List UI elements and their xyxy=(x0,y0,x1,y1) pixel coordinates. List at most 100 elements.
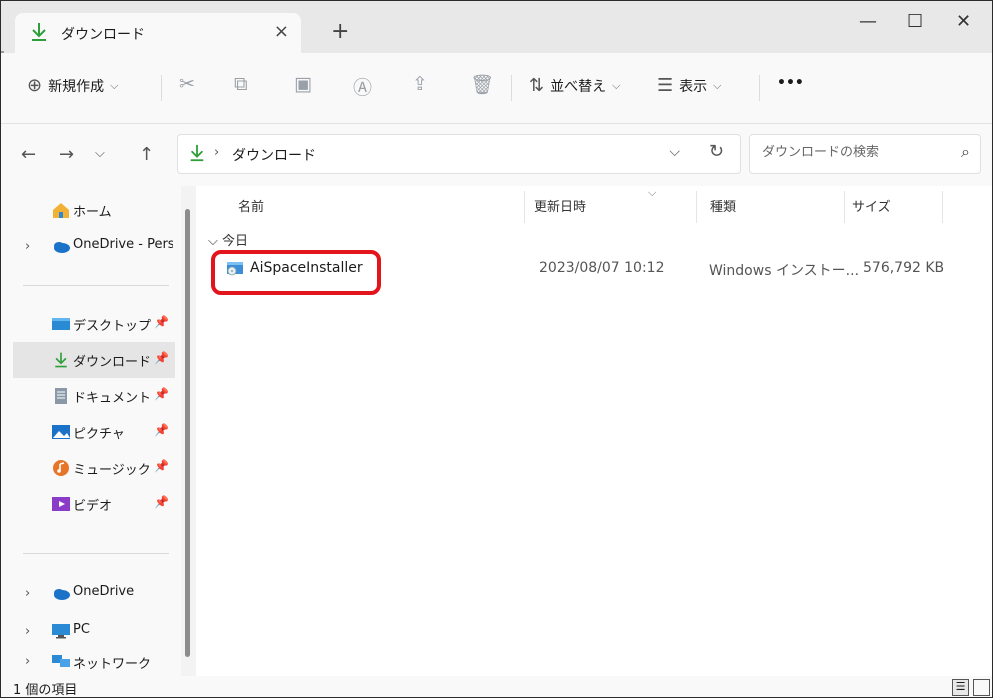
more-icon: ••• xyxy=(777,75,804,91)
column-divider[interactable] xyxy=(696,191,697,223)
pin-icon[interactable]: 📌 xyxy=(154,387,169,401)
plus-circle-icon: ⊕ xyxy=(27,75,43,96)
sidebar-item-label: ドキュメント xyxy=(73,391,152,406)
refresh-icon[interactable]: ↻ xyxy=(709,141,724,162)
sidebar-item-pictures[interactable]: ピクチャ 📌 xyxy=(13,414,175,450)
sidebar-item-onedrive-personal[interactable]: › OneDrive - Perso xyxy=(13,228,175,264)
sidebar-item-pc[interactable]: › PC xyxy=(13,613,175,649)
new-button-label: 新規作成 xyxy=(48,78,105,95)
search-box[interactable]: ⌕ xyxy=(749,134,981,174)
cut-icon[interactable]: ✂ xyxy=(179,73,195,95)
forward-arrow-icon[interactable]: → xyxy=(59,144,74,165)
details-view-icon[interactable]: ☰ xyxy=(952,679,969,696)
download-icon xyxy=(29,21,49,47)
expand-chevron-icon[interactable]: › xyxy=(25,624,30,639)
column-header-size[interactable]: サイズ xyxy=(852,196,891,215)
more-options-button[interactable]: ••• xyxy=(777,75,804,91)
sidebar-item-music[interactable]: ミュージック 📌 xyxy=(13,450,175,486)
minimize-button[interactable]: — xyxy=(859,11,877,32)
new-tab-button[interactable]: + xyxy=(331,19,349,44)
sort-icon: ⇅ xyxy=(529,75,545,96)
pictures-icon xyxy=(51,423,71,441)
expand-chevron-icon[interactable]: › xyxy=(25,654,30,669)
cloud-icon xyxy=(51,584,71,602)
breadcrumb[interactable]: ダウンロード xyxy=(232,145,316,165)
column-divider[interactable] xyxy=(942,191,943,223)
sidebar-item-videos[interactable]: ビデオ 📌 xyxy=(13,486,175,522)
chevron-down-icon: ⌵ xyxy=(612,78,621,92)
pin-icon[interactable]: 📌 xyxy=(154,315,169,329)
view-button-label: 表示 xyxy=(679,78,708,95)
highlight-box xyxy=(211,250,381,295)
up-arrow-icon[interactable]: ↑ xyxy=(139,144,154,165)
tab-title: ダウンロード xyxy=(61,27,145,43)
pin-icon[interactable]: 📌 xyxy=(154,351,169,365)
expand-chevron-icon[interactable]: › xyxy=(25,586,30,601)
sidebar-item-desktop[interactable]: デスクトップ 📌 xyxy=(13,306,175,342)
video-icon xyxy=(51,495,71,513)
document-icon xyxy=(51,387,71,405)
rename-icon[interactable]: Ⓐ xyxy=(353,73,372,100)
cloud-icon xyxy=(51,237,71,255)
share-icon[interactable]: ⇪ xyxy=(412,73,428,95)
column-divider[interactable] xyxy=(524,191,525,223)
group-label: 今日 xyxy=(222,234,249,249)
pc-icon xyxy=(51,622,71,640)
column-divider[interactable] xyxy=(844,191,845,223)
sidebar-item-label: ホーム xyxy=(73,205,112,220)
status-bar: 1 個の項目 ☰ xyxy=(1,676,992,697)
toolbar-divider xyxy=(161,75,162,101)
column-header-type[interactable]: 種類 xyxy=(710,196,736,215)
address-bar[interactable]: › ダウンロード ⌵ ↻ xyxy=(177,134,741,174)
network-icon xyxy=(51,653,71,671)
sidebar-item-label: OneDrive - Perso xyxy=(73,237,173,252)
search-icon[interactable]: ⌕ xyxy=(961,142,970,162)
copy-icon[interactable]: ⧉ xyxy=(234,73,248,95)
pin-icon[interactable]: 📌 xyxy=(154,459,169,473)
sidebar-item-network[interactable]: › ネットワーク xyxy=(13,651,175,673)
sidebar-item-downloads[interactable]: ダウンロード 📌 xyxy=(13,342,175,378)
sidebar-item-label: OneDrive xyxy=(73,584,135,599)
breadcrumb-separator-icon: › xyxy=(214,145,220,160)
recent-chevron-icon[interactable]: ⌵ xyxy=(95,146,105,161)
toolbar-divider xyxy=(511,75,512,101)
navigation-pane: ホーム › OneDrive - Perso デスクトップ 📌 ダウンロード 📌 xyxy=(1,186,181,676)
close-button[interactable]: ✕ xyxy=(956,11,971,32)
pin-icon[interactable]: 📌 xyxy=(154,495,169,509)
tab-close-icon[interactable]: × xyxy=(274,21,289,42)
maximize-button[interactable]: ☐ xyxy=(907,11,923,32)
delete-icon[interactable]: 🗑 xyxy=(470,73,494,96)
music-icon xyxy=(51,459,71,477)
sidebar-item-label: PC xyxy=(73,622,90,637)
file-explorer-window: ダウンロード × + — ☐ ✕ ⊕ 新規作成 ⌵ ✂ ⧉ ▣ Ⓐ ⇪ 🗑 ⇅ … xyxy=(0,0,993,698)
sidebar-item-label: ダウンロード xyxy=(73,355,152,370)
expand-chevron-icon[interactable]: › xyxy=(25,239,30,254)
view-lines-icon: ☰ xyxy=(657,75,674,96)
group-header-today[interactable]: ⌵ 今日 xyxy=(208,230,248,249)
sidebar-item-label: ビデオ xyxy=(73,499,113,514)
toolbar-divider xyxy=(759,75,760,101)
sidebar-scrollbar[interactable] xyxy=(185,209,190,657)
view-button[interactable]: ☰ 表示 ⌵ xyxy=(657,75,721,96)
desktop-icon xyxy=(51,315,71,333)
download-icon xyxy=(188,143,206,167)
sidebar-item-documents[interactable]: ドキュメント 📌 xyxy=(13,378,175,414)
file-date: 2023/08/07 10:12 xyxy=(539,260,665,276)
home-icon xyxy=(51,201,71,219)
tiles-view-icon[interactable] xyxy=(973,679,990,696)
sidebar-item-home[interactable]: ホーム xyxy=(13,192,175,228)
paste-icon[interactable]: ▣ xyxy=(294,73,312,95)
address-dropdown-icon[interactable]: ⌵ xyxy=(669,144,680,160)
column-header-name[interactable]: 名前 xyxy=(238,196,264,215)
sort-button[interactable]: ⇅ 並べ替え ⌵ xyxy=(529,75,620,96)
sort-button-label: 並べ替え xyxy=(550,78,607,95)
back-arrow-icon[interactable]: ← xyxy=(21,144,36,165)
pin-icon[interactable]: 📌 xyxy=(154,423,169,437)
new-button[interactable]: ⊕ 新規作成 ⌵ xyxy=(27,75,118,96)
collapse-chevron-icon: ⌵ xyxy=(208,234,218,249)
search-input[interactable] xyxy=(760,144,944,161)
sidebar-item-onedrive[interactable]: › OneDrive xyxy=(13,575,175,611)
column-header-date[interactable]: 更新日時 xyxy=(534,196,586,215)
tab-downloads[interactable]: ダウンロード × xyxy=(15,13,301,53)
file-size: 576,792 KB xyxy=(863,260,945,276)
